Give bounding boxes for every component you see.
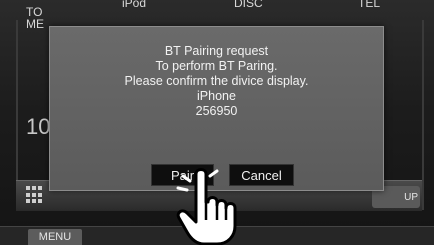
dialog-line-instruction: To perform BT Paring.: [155, 59, 278, 73]
dialog-device-name: iPhone: [197, 89, 236, 103]
bt-pairing-dialog: BT Pairing request To perform BT Paring.…: [49, 26, 384, 191]
hand-pointer-icon: [176, 168, 237, 245]
grid-icon[interactable]: [26, 186, 44, 204]
dialog-message: BT Pairing request To perform BT Paring.…: [50, 44, 383, 119]
dialog-line-confirm: Please confirm the divice display.: [124, 74, 309, 88]
bg-label-ipod: iPod: [122, 0, 147, 10]
bg-label-tel: TEL: [358, 0, 381, 10]
head-unit-screen: TO ME iPod DISC TEL 10 UP MENU BT Pairin…: [0, 0, 434, 245]
menu-button[interactable]: MENU: [28, 229, 82, 245]
bg-label-disc: DISC: [234, 0, 263, 10]
dialog-passkey: 256950: [195, 104, 238, 118]
bg-large-number: 10: [26, 114, 51, 139]
dialog-line-title: BT Pairing request: [164, 44, 269, 58]
bg-label-media: ME: [26, 17, 44, 31]
